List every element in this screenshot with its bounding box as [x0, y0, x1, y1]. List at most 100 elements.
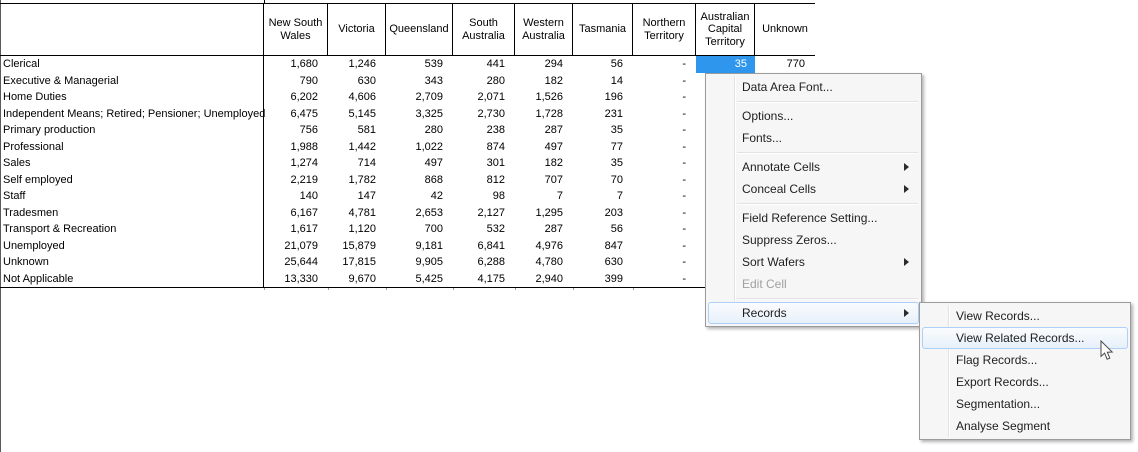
data-cell[interactable]: 1,988: [264, 141, 328, 153]
column-header-australian-capital-territory[interactable]: Australian Capital Territory: [696, 4, 755, 55]
data-cell[interactable]: 182: [515, 75, 573, 87]
data-cell[interactable]: 2,219: [264, 174, 328, 186]
data-cell[interactable]: 4,606: [328, 91, 386, 103]
data-cell[interactable]: 1,680: [264, 58, 328, 70]
data-cell[interactable]: 874: [453, 141, 515, 153]
row-label[interactable]: Primary production: [0, 122, 264, 139]
row-label[interactable]: Not Applicable: [0, 271, 264, 288]
data-cell[interactable]: -: [633, 256, 696, 268]
column-header-south-australia[interactable]: South Australia: [453, 4, 515, 55]
data-cell[interactable]: 2,127: [453, 207, 515, 219]
menu-item-flag-records[interactable]: Flag Records...: [922, 349, 1128, 371]
data-cell[interactable]: 9,905: [386, 256, 453, 268]
data-cell[interactable]: 17,815: [328, 256, 386, 268]
data-cell[interactable]: 9,181: [386, 240, 453, 252]
data-cell[interactable]: 77: [573, 141, 633, 153]
data-cell[interactable]: 630: [573, 256, 633, 268]
data-cell[interactable]: 399: [573, 273, 633, 285]
row-label[interactable]: Unemployed: [0, 238, 264, 255]
data-cell[interactable]: 714: [328, 157, 386, 169]
data-cell[interactable]: 700: [386, 223, 453, 235]
data-cell[interactable]: 756: [264, 124, 328, 136]
data-cell[interactable]: 25,644: [264, 256, 328, 268]
data-cell[interactable]: 182: [515, 157, 573, 169]
data-cell[interactable]: 847: [573, 240, 633, 252]
row-label[interactable]: Home Duties: [0, 89, 264, 106]
data-cell[interactable]: 1,442: [328, 141, 386, 153]
data-cell[interactable]: 7: [573, 190, 633, 202]
menu-item-export-records[interactable]: Export Records...: [922, 371, 1128, 393]
menu-item-options[interactable]: Options...: [708, 105, 919, 127]
menu-item-fonts[interactable]: Fonts...: [708, 127, 919, 149]
data-cell[interactable]: -: [633, 108, 696, 120]
data-cell[interactable]: 21,079: [264, 240, 328, 252]
data-cell[interactable]: 441: [453, 58, 515, 70]
data-cell[interactable]: 6,167: [264, 207, 328, 219]
data-cell[interactable]: 6,288: [453, 256, 515, 268]
row-label[interactable]: Executive & Managerial: [0, 73, 264, 90]
data-cell[interactable]: 812: [453, 174, 515, 186]
data-cell[interactable]: 6,202: [264, 91, 328, 103]
menu-item-sort-wafers[interactable]: Sort Wafers: [708, 251, 919, 273]
row-label[interactable]: Sales: [0, 155, 264, 172]
data-cell[interactable]: -: [633, 75, 696, 87]
data-cell[interactable]: 6,475: [264, 108, 328, 120]
data-cell[interactable]: 1,617: [264, 223, 328, 235]
data-cell[interactable]: 4,976: [515, 240, 573, 252]
menu-item-annotate-cells[interactable]: Annotate Cells: [708, 156, 919, 178]
menu-item-data-area-font[interactable]: Data Area Font...: [708, 76, 919, 98]
data-cell[interactable]: -: [633, 207, 696, 219]
data-cell[interactable]: 301: [453, 157, 515, 169]
data-cell[interactable]: 42: [386, 190, 453, 202]
row-label[interactable]: Transport & Recreation: [0, 221, 264, 238]
data-cell[interactable]: 630: [328, 75, 386, 87]
data-cell[interactable]: -: [633, 240, 696, 252]
data-cell[interactable]: 5,145: [328, 108, 386, 120]
data-cell[interactable]: 7: [515, 190, 573, 202]
data-cell[interactable]: 1,782: [328, 174, 386, 186]
row-label[interactable]: Self employed: [0, 172, 264, 189]
row-label[interactable]: Tradesmen: [0, 205, 264, 222]
data-cell[interactable]: 14: [573, 75, 633, 87]
row-label[interactable]: Unknown: [0, 254, 264, 271]
data-cell[interactable]: 98: [453, 190, 515, 202]
data-cell[interactable]: -: [633, 141, 696, 153]
data-cell[interactable]: 2,709: [386, 91, 453, 103]
data-cell[interactable]: -: [633, 157, 696, 169]
column-header-tasmania[interactable]: Tasmania: [573, 4, 633, 55]
data-cell[interactable]: 4,175: [453, 273, 515, 285]
data-cell[interactable]: 287: [515, 223, 573, 235]
data-cell[interactable]: -: [633, 223, 696, 235]
data-cell[interactable]: 15,879: [328, 240, 386, 252]
menu-item-records[interactable]: Records: [708, 302, 919, 324]
selected-cell[interactable]: 35: [696, 56, 755, 73]
data-cell[interactable]: 231: [573, 108, 633, 120]
column-header-victoria[interactable]: Victoria: [328, 4, 386, 55]
data-cell[interactable]: 13,330: [264, 273, 328, 285]
data-cell[interactable]: -: [633, 58, 696, 70]
data-cell[interactable]: 9,670: [328, 273, 386, 285]
data-cell[interactable]: 6,841: [453, 240, 515, 252]
data-cell[interactable]: 70: [573, 174, 633, 186]
data-cell[interactable]: 2,730: [453, 108, 515, 120]
data-cell[interactable]: 56: [573, 223, 633, 235]
data-cell[interactable]: 280: [453, 75, 515, 87]
data-cell[interactable]: -: [633, 190, 696, 202]
data-cell[interactable]: 790: [264, 75, 328, 87]
data-cell[interactable]: 2,071: [453, 91, 515, 103]
data-cell[interactable]: 581: [328, 124, 386, 136]
column-header-western-australia[interactable]: Western Australia: [515, 4, 573, 55]
menu-item-segmentation[interactable]: Segmentation...: [922, 393, 1128, 415]
data-cell[interactable]: 497: [386, 157, 453, 169]
data-cell[interactable]: 203: [573, 207, 633, 219]
row-label[interactable]: Professional: [0, 139, 264, 156]
data-cell[interactable]: -: [633, 91, 696, 103]
data-cell[interactable]: 56: [573, 58, 633, 70]
column-header-new-south-wales[interactable]: New South Wales: [264, 4, 328, 55]
data-cell[interactable]: 280: [386, 124, 453, 136]
data-cell[interactable]: 140: [264, 190, 328, 202]
menu-item-conceal-cells[interactable]: Conceal Cells: [708, 178, 919, 200]
data-cell[interactable]: 4,780: [515, 256, 573, 268]
data-cell[interactable]: 539: [386, 58, 453, 70]
data-cell[interactable]: 3,325: [386, 108, 453, 120]
